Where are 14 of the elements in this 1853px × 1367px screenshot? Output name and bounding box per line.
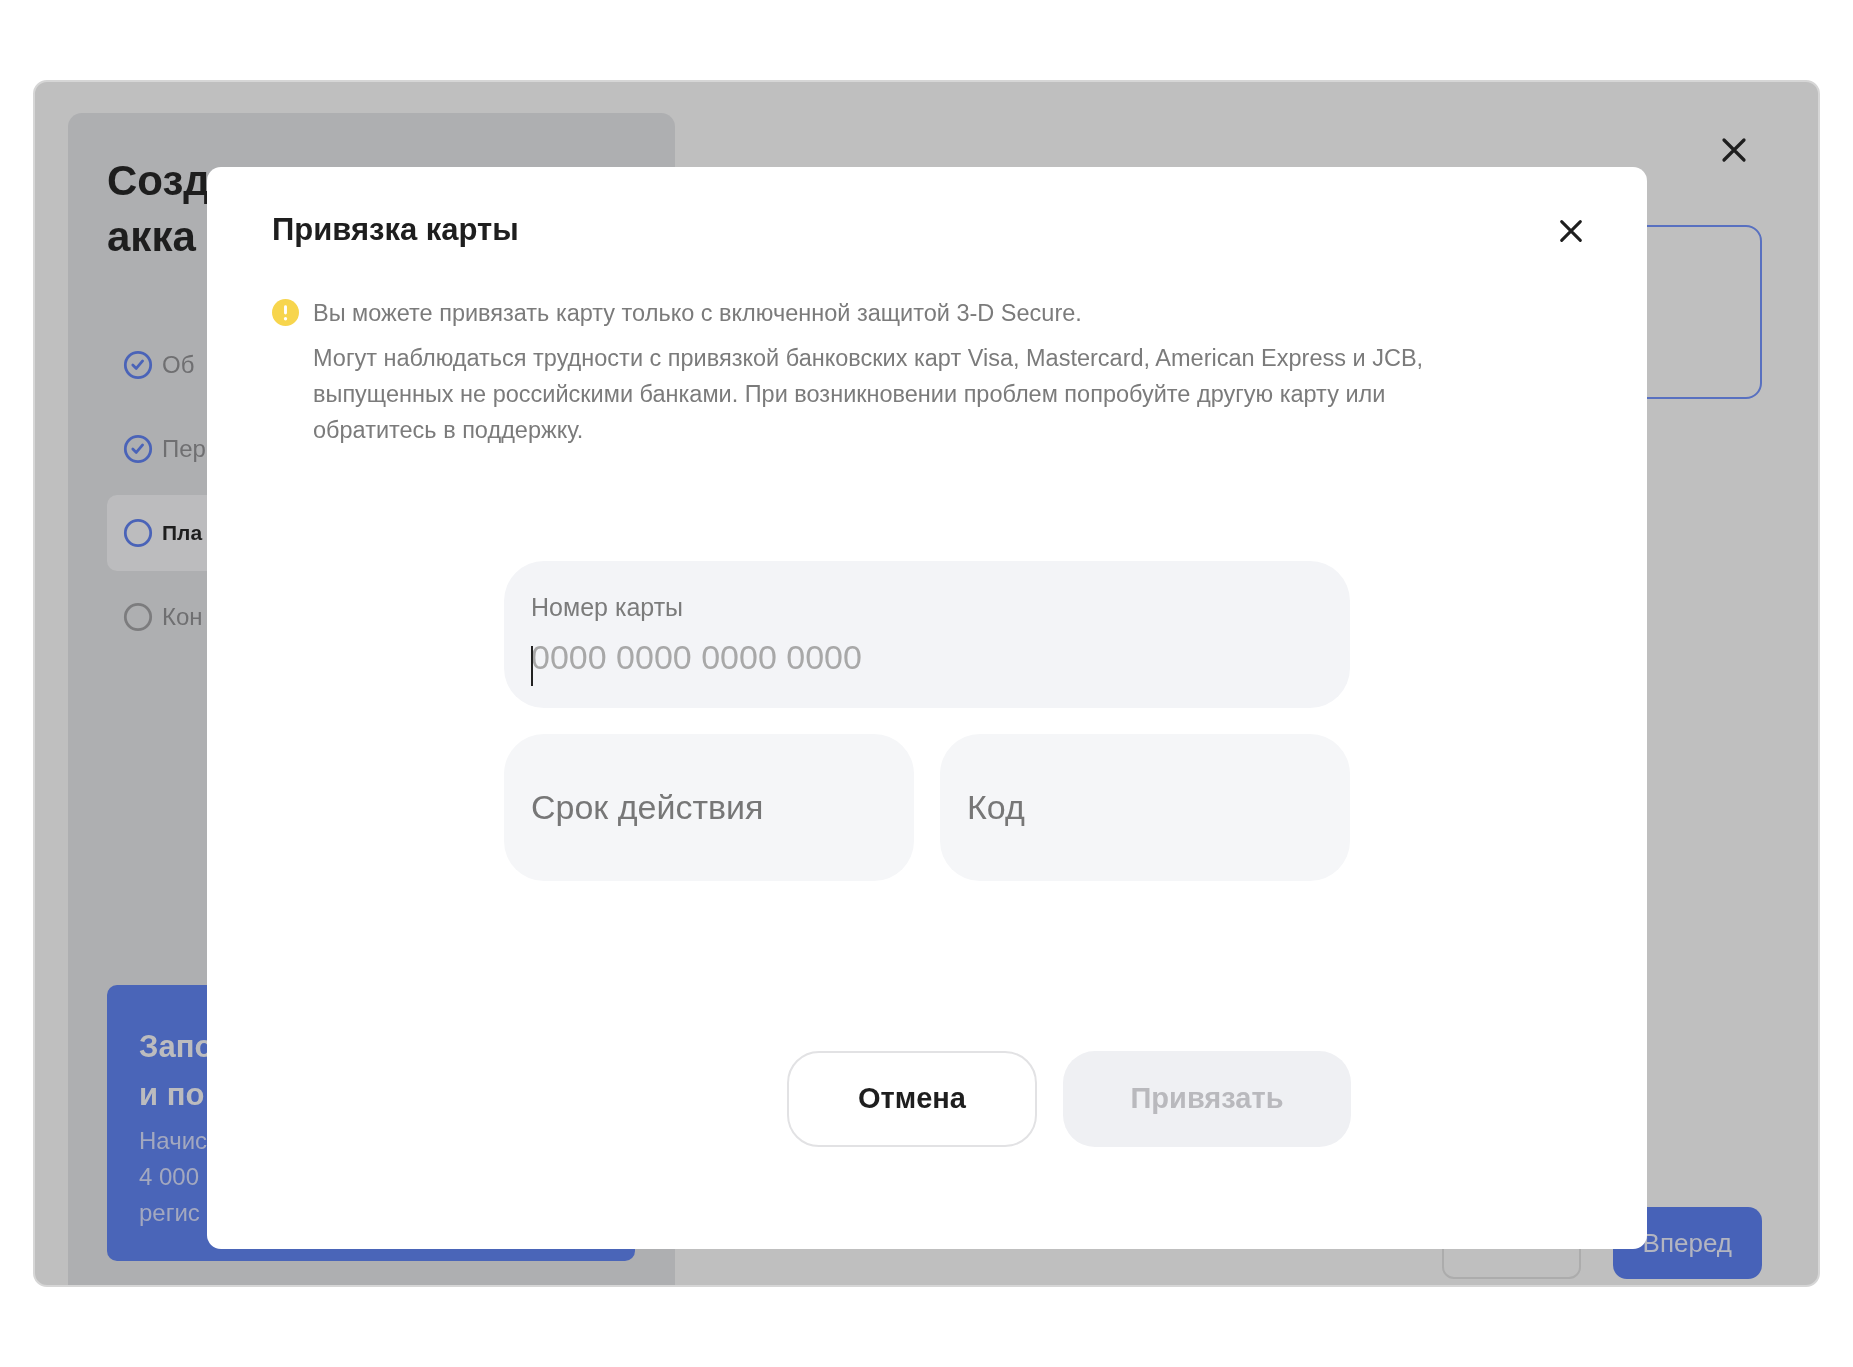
field-label: Номер карты — [531, 592, 684, 624]
warning-text: Вы можете привязать карту только с включенной защитой 3-D Secure. — [313, 299, 1082, 329]
dialog-title: Привязка карты — [272, 211, 519, 249]
promo-title: и по — [139, 1076, 206, 1114]
step-label: Пер — [162, 434, 206, 464]
step-label: Кон — [162, 602, 203, 632]
step-label: Пла — [162, 520, 203, 547]
page-title: Созд — [107, 156, 207, 206]
promo-text: регис — [139, 1198, 201, 1228]
promo-text: 4 000 — [139, 1162, 201, 1192]
promo-text: Начис — [139, 1126, 209, 1156]
note-text: Могут наблюдаться трудности с привязкой банковских карт Visa, Mastercard, American Express и JCB, выпущенных не российскими банками. При возникновении проблем попробуйте другую карту или обратитесь в поддержку. — [313, 344, 1425, 446]
step-label: Об — [162, 350, 195, 380]
page-title: акка — [107, 212, 197, 262]
